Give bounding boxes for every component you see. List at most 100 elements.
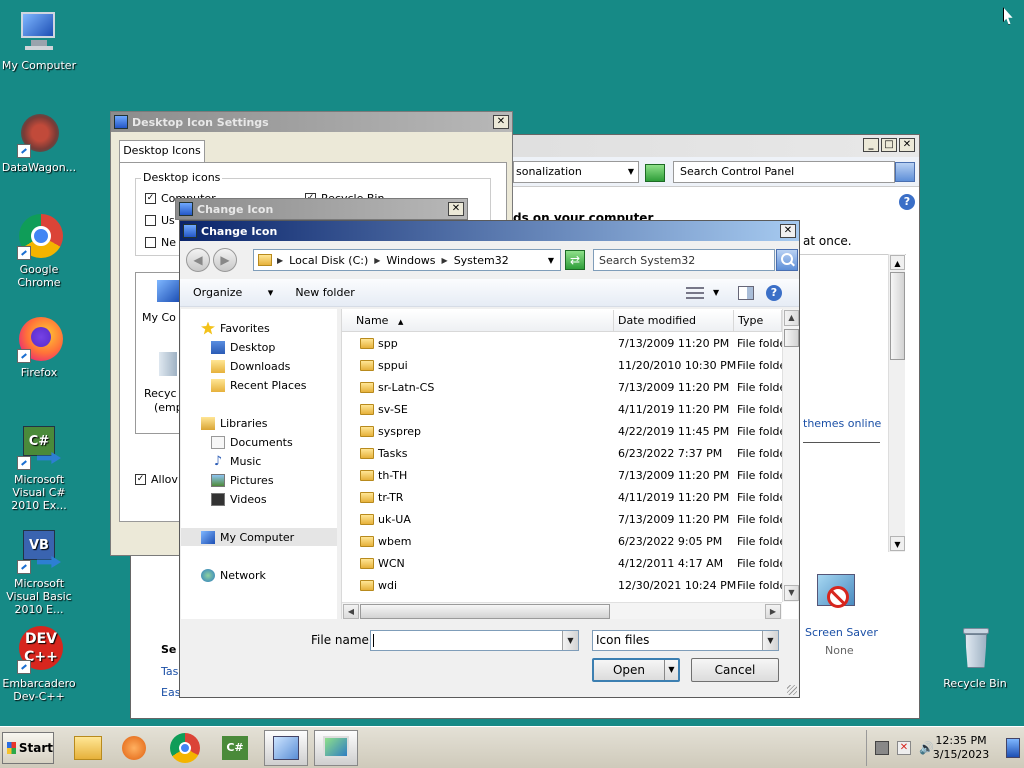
nav-recent-places[interactable]: Recent Places	[181, 376, 337, 394]
chevron-down-icon[interactable]: ▼	[664, 660, 678, 680]
scrollbar-thumb[interactable]	[360, 604, 610, 619]
refresh-button[interactable]	[645, 164, 665, 182]
scroll-left-arrow-icon[interactable]: ◀	[343, 604, 359, 619]
nav-my-computer[interactable]: My Computer	[181, 528, 337, 546]
breadcrumb-windows[interactable]: Windows	[386, 254, 435, 267]
network-checkbox[interactable]: Ne	[145, 236, 176, 249]
help-icon[interactable]: ?	[766, 285, 782, 301]
maximize-button[interactable]: □	[881, 138, 897, 152]
column-header-type[interactable]: Type	[734, 310, 782, 332]
change-icon-dialog[interactable]: Change Icon ✕ ◀ ▶ ▶ Local Disk (C:) ▶ Wi…	[179, 220, 800, 698]
nav-downloads[interactable]: Downloads	[181, 357, 337, 375]
view-options-icon[interactable]	[686, 287, 704, 299]
chevron-down-icon[interactable]: ▼	[548, 256, 554, 265]
table-row[interactable]: th-TH7/13/2009 11:20 PMFile folder	[342, 465, 782, 487]
screen-saver-icon[interactable]	[813, 572, 859, 618]
table-row[interactable]: Tasks6/23/2022 7:37 PMFile folder	[342, 443, 782, 465]
nav-favorites[interactable]: Favorites	[181, 319, 337, 337]
desktop-icon-my-computer[interactable]: My Computer	[0, 8, 78, 72]
nav-documents[interactable]: Documents	[181, 433, 337, 451]
table-row[interactable]: sysprep4/22/2019 11:45 PMFile folder	[342, 421, 782, 443]
breadcrumb-system32[interactable]: System32	[454, 254, 509, 267]
taskbar-control-panel[interactable]	[264, 730, 308, 766]
scroll-down-arrow-icon[interactable]: ▼	[784, 585, 799, 601]
screen-saver-label[interactable]: Screen Saver	[805, 626, 878, 639]
table-row[interactable]: wbem6/23/2022 9:05 PMFile folder	[342, 531, 782, 553]
table-row[interactable]: tr-TR4/11/2019 11:20 PMFile folder	[342, 487, 782, 509]
table-row[interactable]: spp7/13/2009 11:20 PMFile folder	[342, 333, 782, 355]
nav-network[interactable]: Network	[181, 566, 337, 584]
chevron-down-icon[interactable]: ▼	[562, 631, 578, 650]
themes-scrollbar[interactable]: ▲ ▼	[888, 254, 905, 552]
open-button[interactable]: Open ▼	[592, 658, 680, 682]
chevron-down-icon[interactable]: ▼	[713, 288, 719, 297]
nav-pictures[interactable]: Pictures	[181, 471, 337, 489]
close-button[interactable]: ✕	[899, 138, 915, 152]
file-list[interactable]: Name ▲ Date modified Type spp 7/13/2009 1…	[341, 309, 799, 619]
scrollbar-thumb[interactable]	[784, 329, 799, 347]
taskbar-chrome[interactable]	[164, 730, 208, 766]
nav-videos[interactable]: Videos	[181, 490, 337, 508]
table-row[interactable]: WCN4/12/2011 4:17 AMFile folder	[342, 553, 782, 575]
desktop-icon-devcpp[interactable]: DEV C++ Embarcadero Dev-C++	[0, 626, 78, 703]
show-desktop-button[interactable]	[1006, 738, 1020, 758]
ease-link-fragment[interactable]: Eas	[161, 686, 180, 699]
allow-themes-checkbox[interactable]: ✓ Allov	[135, 473, 178, 486]
file-type-select[interactable]: Icon files ▼	[592, 630, 779, 651]
search-icon[interactable]	[776, 249, 798, 271]
tab-desktop-icons[interactable]: Desktop Icons	[119, 140, 205, 162]
themes-online-link[interactable]: themes online	[803, 417, 881, 430]
preview-pane-icon[interactable]	[738, 286, 754, 300]
desktop-icon-visual-csharp[interactable]: C# Microsoft Visual C# 2010 Ex...	[0, 422, 78, 512]
desktop-icon-firefox[interactable]: Firefox	[0, 315, 78, 379]
taskbar-media-player[interactable]	[112, 730, 156, 766]
chevron-down-icon[interactable]: ▼	[762, 631, 778, 650]
taskbar-visual-csharp[interactable]: C#	[214, 730, 258, 766]
column-header-name[interactable]: Name ▲	[342, 310, 614, 332]
network-tray-icon[interactable]	[875, 741, 889, 755]
close-button[interactable]: ✕	[448, 202, 464, 216]
desktop-icon-visual-basic[interactable]: VB Microsoft Visual Basic 2010 E...	[0, 526, 78, 616]
cancel-button[interactable]: Cancel	[691, 658, 779, 682]
search-control-panel-input[interactable]: Search Control Panel	[673, 161, 895, 183]
table-row[interactable]: sppui11/20/2010 10:30 PMFile folder	[342, 355, 782, 377]
new-folder-button[interactable]: New folder	[295, 286, 354, 299]
table-row[interactable]: uk-UA7/13/2009 11:20 PMFile folder	[342, 509, 782, 531]
scroll-right-arrow-icon[interactable]: ▶	[765, 604, 781, 619]
desktop-icon-google-chrome[interactable]: Google Chrome	[0, 212, 78, 289]
table-row[interactable]: wdi12/30/2021 10:24 PMFile folder	[342, 575, 782, 597]
search-system32-input[interactable]: Search System32	[593, 249, 775, 271]
forward-button[interactable]: ▶	[213, 248, 237, 272]
start-button[interactable]: Start	[2, 732, 54, 764]
table-row[interactable]: sr-Latn-CS7/13/2009 11:20 PMFile folder	[342, 377, 782, 399]
scroll-up-arrow-icon[interactable]: ▲	[784, 310, 799, 326]
close-button[interactable]: ✕	[493, 115, 509, 129]
nav-libraries[interactable]: Libraries	[181, 414, 337, 432]
navigation-pane[interactable]: Favorites Desktop Downloads Recent Place…	[181, 309, 337, 619]
desktop-icon-datawagon[interactable]: DataWagon...	[0, 110, 78, 174]
clock[interactable]: 12:35 PM 3/15/2023	[926, 734, 996, 762]
title-bar[interactable]: Change Icon ✕	[180, 221, 799, 241]
taskbar-link-fragment[interactable]: Tas	[161, 665, 178, 678]
vertical-scrollbar[interactable]: ▲ ▼	[782, 309, 799, 602]
users-files-checkbox[interactable]: Us	[145, 214, 175, 227]
address-bar[interactable]: ▶ Local Disk (C:) ▶ Windows ▶ System32 ▼	[253, 249, 561, 271]
organize-button[interactable]: Organize ▾	[193, 286, 273, 299]
help-icon[interactable]: ?	[899, 194, 915, 210]
nav-desktop[interactable]: Desktop	[181, 338, 337, 356]
taskbar-explorer[interactable]	[66, 730, 110, 766]
horizontal-scrollbar[interactable]: ◀ ▶	[342, 602, 782, 619]
action-center-icon[interactable]: ✕	[897, 741, 911, 755]
breadcrumb-local-disk[interactable]: Local Disk (C:)	[289, 254, 368, 267]
table-row[interactable]: sv-SE4/11/2019 11:20 PMFile folder	[342, 399, 782, 421]
taskbar-display-settings[interactable]	[314, 730, 358, 766]
search-icon[interactable]	[895, 162, 915, 182]
file-name-input[interactable]: ▼	[370, 630, 579, 651]
title-bar[interactable]: Desktop Icon Settings ✕	[111, 112, 512, 132]
desktop-icon-recycle-bin[interactable]: Recycle Bin	[936, 626, 1014, 690]
nav-music[interactable]: ♪ Music	[181, 452, 337, 470]
title-bar[interactable]: Change Icon ✕	[176, 199, 467, 219]
refresh-button[interactable]: ⇄	[565, 250, 585, 270]
close-button[interactable]: ✕	[780, 224, 796, 238]
column-header-date[interactable]: Date modified	[614, 310, 734, 332]
